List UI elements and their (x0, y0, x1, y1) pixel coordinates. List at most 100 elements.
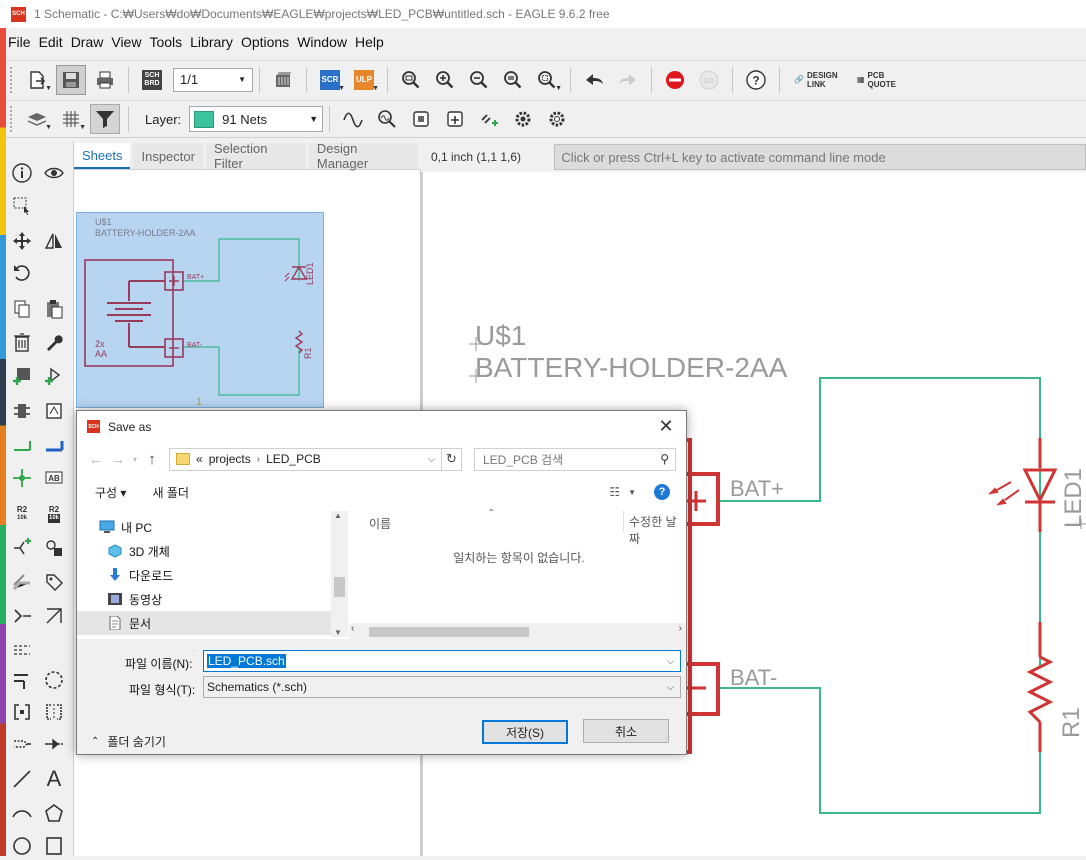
errors-tool[interactable] (8, 730, 36, 758)
ripup-tool[interactable] (8, 636, 36, 664)
tab-sheets[interactable]: Sheets (74, 143, 131, 169)
column-name[interactable]: 이름 (369, 515, 391, 532)
breadcrumb-projects[interactable]: projects (209, 452, 251, 466)
scroll-up-icon[interactable]: ▲ (334, 511, 342, 520)
breadcrumb-overflow[interactable]: « (196, 452, 203, 466)
bus-tool[interactable] (40, 432, 68, 460)
junction-tool[interactable] (8, 464, 36, 492)
delete-tool[interactable] (8, 328, 36, 356)
breadcrumb-led-pcb[interactable]: LED_PCB (266, 452, 321, 466)
toolbar-grip[interactable] (10, 66, 14, 93)
settings-button[interactable] (508, 104, 538, 134)
erc-settings-button[interactable] (542, 104, 572, 134)
route-style-button[interactable] (372, 104, 402, 134)
open-file-button[interactable]: ▼ (22, 65, 52, 95)
value-tool[interactable]: R2 10k (8, 500, 36, 528)
scroll-down-icon[interactable]: ▼ (334, 628, 342, 637)
file-list-hscrollbar[interactable]: ‹ › (349, 623, 686, 639)
info-tool[interactable] (8, 159, 36, 187)
breadcrumb[interactable]: « projects › LED_PCB ⌵ (169, 447, 442, 471)
slice-tool[interactable] (40, 602, 68, 630)
tab-selection-filter[interactable]: Selection Filter (205, 141, 306, 171)
refresh-button[interactable]: ↻ (442, 447, 462, 471)
erc-tool[interactable] (8, 698, 36, 726)
move-tool[interactable] (8, 227, 36, 255)
help-icon[interactable]: ? (654, 484, 670, 500)
hide-folders-button[interactable]: ⌃ 폴더 숨기기 (91, 733, 166, 750)
add-pin-tool[interactable] (40, 362, 68, 390)
forward-arrow-icon[interactable]: → (107, 451, 129, 468)
zoom-out-button[interactable] (464, 65, 494, 95)
grid-button[interactable]: ▼ (56, 104, 86, 134)
view-options-button[interactable]: ☷ ▼ (609, 485, 636, 499)
change-tool[interactable] (40, 328, 68, 356)
import-button[interactable] (406, 104, 436, 134)
filter-button[interactable] (90, 104, 120, 134)
menu-draw[interactable]: Draw (67, 34, 108, 50)
wire-style-button[interactable] (338, 104, 368, 134)
menu-file[interactable]: File (6, 34, 35, 50)
save-button[interactable] (56, 64, 86, 95)
copy-tool[interactable] (8, 295, 36, 323)
group-tool[interactable] (8, 192, 36, 220)
name-tool[interactable] (40, 397, 68, 425)
run-script-button[interactable]: SCR ▼ (315, 65, 345, 95)
gateswap-tool[interactable] (8, 602, 36, 630)
layer-settings-button[interactable]: ▼ (22, 104, 52, 134)
tab-inspector[interactable]: Inspector (133, 143, 203, 169)
recent-chevron-icon[interactable]: ▾ (129, 455, 141, 464)
miter-tool[interactable] (8, 568, 36, 596)
tree-item-this-pc[interactable]: 내 PC (77, 515, 331, 539)
net-wire-top[interactable] (718, 377, 1041, 668)
drc-tool[interactable] (40, 698, 68, 726)
new-folder-button[interactable]: 새 폴더 (152, 484, 188, 501)
tree-item-documents[interactable]: 문서 (77, 611, 331, 635)
add-link-button[interactable] (474, 104, 504, 134)
toolbar-grip[interactable] (10, 106, 14, 132)
stop-command-button[interactable] (660, 65, 690, 95)
up-arrow-icon[interactable]: ↑ (141, 451, 163, 468)
add-part-tool[interactable] (8, 362, 36, 390)
optimize-tool[interactable] (8, 666, 36, 694)
menu-help[interactable]: Help (351, 34, 388, 50)
zoom-fit-button[interactable] (396, 65, 426, 95)
line-tool[interactable] (8, 765, 36, 793)
search-input[interactable]: LED_PCB 검색 ⚲ (474, 447, 676, 471)
go-button[interactable]: GO (694, 65, 724, 95)
print-button[interactable] (90, 65, 120, 95)
menu-window[interactable]: Window (293, 34, 351, 50)
zoom-in-button[interactable] (430, 65, 460, 95)
arc-select-tool[interactable] (40, 666, 68, 694)
menu-view[interactable]: View (107, 34, 145, 50)
replace-tool[interactable] (8, 397, 36, 425)
net-tool[interactable] (8, 432, 36, 460)
file-list-scroll-thumb[interactable] (369, 627, 529, 637)
menu-library[interactable]: Library (186, 34, 237, 50)
column-separator[interactable] (623, 511, 624, 531)
mirror-tool[interactable] (40, 227, 68, 255)
menu-tools[interactable]: Tools (145, 34, 186, 50)
show-tool[interactable] (40, 159, 68, 187)
tree-scrollbar[interactable]: ▲ ▼ (331, 511, 348, 637)
net-wire-bottom[interactable] (718, 687, 1041, 814)
tree-scroll-thumb[interactable] (334, 577, 345, 597)
split-tool[interactable] (8, 534, 36, 562)
rotate-tool[interactable] (8, 259, 36, 287)
tab-design-manager[interactable]: Design Manager (308, 141, 418, 171)
help-button[interactable]: ? (741, 65, 771, 95)
close-icon[interactable]: ✕ (656, 416, 676, 437)
tree-item-videos[interactable]: 동영상 (77, 587, 331, 611)
pcb-quote-button[interactable]: ▦ PCB QUOTE (857, 71, 898, 89)
chevron-down-icon[interactable]: ⌵ (667, 656, 674, 667)
export-button[interactable] (440, 104, 470, 134)
tree-item-downloads[interactable]: 다운로드 (77, 563, 331, 587)
label-tool[interactable]: AB (40, 464, 68, 492)
filetype-select[interactable]: Schematics (*.sch) ⌵ (203, 676, 681, 698)
column-modified[interactable]: 수정한 날짜 (629, 513, 686, 547)
run-ulp-button[interactable]: ULP ▼ (349, 65, 379, 95)
paste-tool[interactable] (40, 295, 68, 323)
zoom-redraw-button[interactable] (498, 65, 528, 95)
cancel-button[interactable]: 취소 (583, 719, 669, 743)
tree-item-3d-objects[interactable]: 3D 개체 (77, 539, 331, 563)
signal-tool[interactable] (40, 730, 68, 758)
